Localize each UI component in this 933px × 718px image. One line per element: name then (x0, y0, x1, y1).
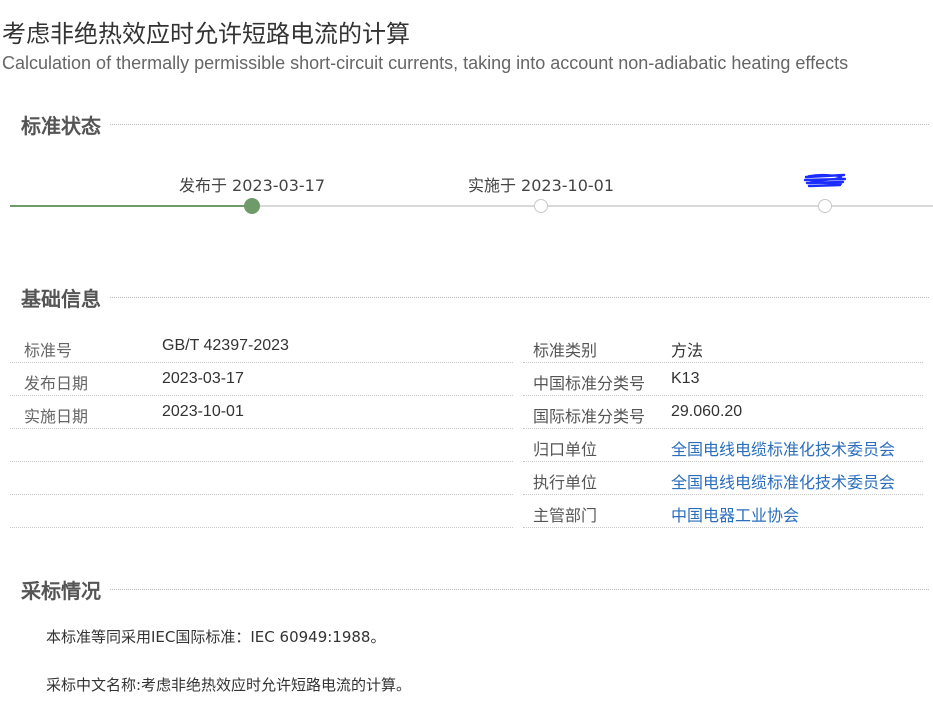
status-section-title: 标准状态 (21, 110, 109, 139)
competent-department-link[interactable]: 中国电器工业协会 (671, 502, 799, 526)
info-value: GB/T 42397-2023 (162, 337, 289, 354)
executing-unit-link[interactable]: 全国电线电缆标准化技术委员会 (671, 469, 895, 493)
info-row-executing-unit: 执行单位 全国电线电缆标准化技术委员会 (523, 461, 923, 495)
page-subtitle-english: Calculation of thermally permissible sho… (2, 53, 849, 73)
info-row-ccs-code: 中国标准分类号 K13 (523, 362, 923, 396)
status-section-header: 标准状态 (21, 110, 933, 139)
info-row-empty (10, 428, 513, 462)
info-key: 标准号 (24, 341, 73, 360)
info-row-standard-category: 标准类别 方法 (523, 329, 923, 363)
info-row-ics-code: 国际标准分类号 29.060.20 (523, 395, 923, 429)
adoption-chinese-name: 采标中文名称:考虑非绝热效应时允许短路电流的计算。 (46, 676, 412, 694)
info-value: 2023-10-01 (162, 403, 244, 420)
info-key: 实施日期 (24, 407, 89, 426)
centralized-unit-link[interactable]: 全国电线电缆标准化技术委员会 (671, 436, 895, 460)
info-key: 主管部门 (533, 506, 598, 525)
info-key: 中国标准分类号 (533, 374, 646, 393)
info-row-empty (10, 461, 513, 495)
timeline-dot-published (244, 198, 260, 214)
info-value: 29.060.20 (671, 403, 743, 420)
info-row-competent-department: 主管部门 中国电器工业协会 (523, 494, 923, 528)
basic-info-section-header: 基础信息 (21, 283, 933, 312)
info-key: 发布日期 (24, 374, 89, 393)
status-timeline: 发布于 2023-03-17 实施于 2023-10-01 (10, 160, 933, 230)
info-row-publish-date: 发布日期 2023-03-17 (10, 362, 513, 396)
info-key: 执行单位 (533, 473, 598, 492)
info-row-standard-number: 标准号 GB/T 42397-2023 (10, 329, 513, 363)
timeline-label-published: 发布于 2023-03-17 (178, 176, 326, 195)
info-value: K13 (671, 370, 700, 387)
adoption-section-title: 采标情况 (21, 575, 109, 604)
info-value: 方法 (671, 343, 704, 360)
info-key: 归口单位 (533, 440, 598, 459)
page-title: 考虑非绝热效应时允许短路电流的计算 (2, 20, 410, 48)
info-key: 标准类别 (533, 341, 598, 360)
section-divider (21, 297, 929, 298)
info-key: 国际标准分类号 (533, 407, 646, 426)
section-divider (21, 124, 929, 125)
adoption-statement: 本标准等同采用IEC国际标准：IEC 60949:1988。 (46, 628, 386, 646)
redaction-scribble (804, 173, 846, 188)
info-row-centralized-unit: 归口单位 全国电线电缆标准化技术委员会 (523, 428, 923, 462)
adoption-section-header: 采标情况 (21, 575, 933, 604)
info-row-empty (10, 494, 513, 528)
timeline-label-implemented: 实施于 2023-10-01 (467, 176, 615, 195)
basic-info-section-title: 基础信息 (21, 283, 109, 312)
timeline-progress (10, 205, 251, 207)
timeline-dot-third (818, 199, 832, 213)
info-row-implement-date: 实施日期 2023-10-01 (10, 395, 513, 429)
timeline-dot-implemented (534, 199, 548, 213)
section-divider (21, 589, 929, 590)
info-value: 2023-03-17 (162, 370, 244, 387)
